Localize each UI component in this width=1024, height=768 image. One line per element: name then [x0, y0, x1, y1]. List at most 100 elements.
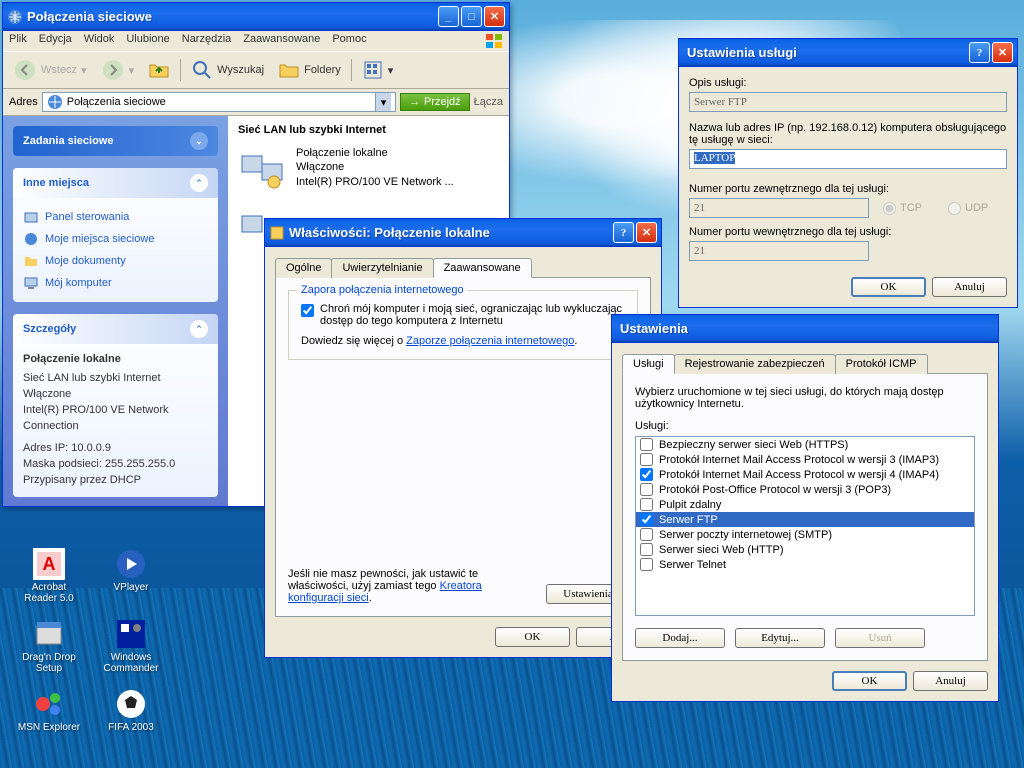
firewall-checkbox[interactable]	[301, 304, 314, 317]
close-button[interactable]: ✕	[992, 42, 1013, 63]
service-checkbox[interactable]	[640, 558, 653, 571]
folders-icon	[278, 59, 300, 81]
connection-item[interactable]: Połączenie lokalne Włączone Intel(R) PRO…	[238, 146, 499, 194]
service-row[interactable]: Protokół Post-Office Protocol w wersji 3…	[636, 482, 974, 497]
places-panel: Inne miejsca ⌃ Panel sterowania Moje mie…	[13, 168, 218, 302]
add-button[interactable]: Dodaj...	[635, 628, 725, 648]
folders-button[interactable]: Foldery	[274, 57, 345, 83]
details-header[interactable]: Szczegóły ⌃	[13, 314, 218, 344]
service-checkbox[interactable]	[640, 438, 653, 451]
places-header[interactable]: Inne miejsca ⌃	[13, 168, 218, 198]
help-button[interactable]: ?	[613, 222, 634, 243]
desktop-icon-vplayer[interactable]: VPlayer	[96, 548, 166, 593]
service-row[interactable]: Bezpieczny serwer sieci Web (HTTPS)	[636, 437, 974, 452]
edit-button[interactable]: Edytuj...	[735, 628, 825, 648]
ok-button[interactable]: OK	[832, 671, 907, 691]
tasks-header[interactable]: Zadania sieciowe ⌄	[13, 126, 218, 156]
maximize-button[interactable]: □	[461, 6, 482, 27]
go-button[interactable]: →Przejdź	[400, 93, 470, 111]
sidebar-link-control[interactable]: Panel sterowania	[23, 206, 208, 228]
udp-radio	[948, 202, 961, 215]
desktop-icon-acrobat[interactable]: A Acrobat Reader 5.0	[14, 548, 84, 604]
explorer-addressbar: Adres Połączenia sieciowe ▾ →Przejdź Łąc…	[3, 89, 509, 116]
service-checkbox[interactable]	[640, 483, 653, 496]
service-row[interactable]: Protokół Internet Mail Access Protocol w…	[636, 467, 974, 482]
ok-button[interactable]: OK	[495, 627, 570, 647]
address-input[interactable]: Połączenia sieciowe ▾	[42, 92, 396, 112]
service-dialog: Ustawienia usługi ? ✕ Opis usługi: Nazwa…	[678, 38, 1018, 308]
network-icon	[7, 9, 23, 25]
service-checkbox[interactable]	[640, 513, 653, 526]
sidebar-link-computer[interactable]: Mój komputer	[23, 272, 208, 294]
menu-tools[interactable]: Narzędzia	[182, 33, 232, 49]
tab-auth[interactable]: Uwierzytelnianie	[331, 258, 433, 278]
properties-titlebar[interactable]: Właściwości: Połączenie lokalne ? ✕	[265, 219, 661, 247]
menu-help[interactable]: Pomoc	[332, 33, 366, 49]
settings-dialog: Ustawienia Usługi Rejestrowanie zabezpie…	[611, 314, 999, 702]
service-checkbox[interactable]	[640, 453, 653, 466]
search-button[interactable]: Wyszukaj	[187, 57, 268, 83]
ok-button[interactable]: OK	[851, 277, 926, 297]
network-icon	[47, 94, 63, 110]
services-list[interactable]: Bezpieczny serwer sieci Web (HTTPS)Proto…	[635, 436, 975, 616]
forward-button[interactable]: ▾	[97, 56, 139, 84]
firewall-group: Zapora połączenia internetowego Chroń mó…	[288, 290, 638, 360]
menu-favs[interactable]: Ulubione	[126, 33, 169, 49]
properties-icon	[269, 225, 285, 241]
menu-file[interactable]: Plik	[9, 33, 27, 49]
back-button[interactable]: Wstecz ▾	[9, 56, 91, 84]
service-row[interactable]: Serwer Telnet	[636, 557, 974, 572]
properties-tabs: Ogólne Uwierzytelnianie Zaawansowane	[275, 258, 651, 278]
tasks-panel: Zadania sieciowe ⌄	[13, 126, 218, 156]
desktop-icon-msn[interactable]: MSN Explorer	[14, 688, 84, 733]
service-checkbox[interactable]	[640, 543, 653, 556]
svg-text:A: A	[43, 554, 56, 574]
service-titlebar[interactable]: Ustawienia usługi ? ✕	[679, 39, 1017, 67]
chevron-up-icon: ⌃	[190, 320, 208, 338]
service-row[interactable]: Protokół Internet Mail Access Protocol w…	[636, 452, 974, 467]
up-button[interactable]	[144, 57, 174, 83]
desktop-icon-wincommander[interactable]: Windows Commander	[96, 618, 166, 674]
menu-edit[interactable]: Edycja	[39, 33, 72, 49]
desktop-icon-fifa[interactable]: FIFA 2003	[96, 688, 166, 733]
minimize-button[interactable]: _	[438, 6, 459, 27]
firewall-learn-link[interactable]: Zaporze połączenia internetowego	[406, 335, 574, 347]
service-desc-field	[689, 92, 1007, 112]
service-host-field[interactable]: LAPTOP	[689, 149, 1007, 169]
close-button[interactable]: ✕	[484, 6, 505, 27]
cancel-button[interactable]: Anuluj	[913, 671, 988, 691]
cancel-button[interactable]: Anuluj	[932, 277, 1007, 297]
menu-view[interactable]: Widok	[84, 33, 115, 49]
explorer-toolbar: Wstecz ▾ ▾ Wyszukaj Foldery ▾	[3, 51, 509, 89]
service-checkbox[interactable]	[640, 498, 653, 511]
sidebar-link-network[interactable]: Moje miejsca sieciowe	[23, 228, 208, 250]
chevron-down-icon: ⌄	[190, 132, 208, 150]
views-icon	[362, 59, 384, 81]
service-row[interactable]: Serwer sieci Web (HTTP)	[636, 542, 974, 557]
tab-advanced[interactable]: Zaawansowane	[433, 258, 532, 278]
close-button[interactable]: ✕	[636, 222, 657, 243]
tab-icmp[interactable]: Protokół ICMP	[835, 354, 928, 374]
settings-titlebar[interactable]: Ustawienia	[612, 315, 998, 343]
help-button[interactable]: ?	[969, 42, 990, 63]
properties-dialog: Właściwości: Połączenie lokalne ? ✕ Ogól…	[264, 218, 662, 658]
sidebar-link-docs[interactable]: Moje dokumenty	[23, 250, 208, 272]
service-checkbox[interactable]	[640, 528, 653, 541]
explorer-titlebar[interactable]: Połączenia sieciowe _ □ ✕	[3, 3, 509, 31]
address-dropdown[interactable]: ▾	[375, 93, 391, 111]
service-row[interactable]: Serwer FTP	[636, 512, 974, 527]
menu-advanced[interactable]: Zaawansowane	[243, 33, 320, 49]
service-row[interactable]: Pulpit zdalny	[636, 497, 974, 512]
internal-port-field	[689, 241, 869, 261]
settings-tabs: Usługi Rejestrowanie zabezpieczeń Protok…	[622, 354, 988, 374]
service-row[interactable]: Serwer poczty internetowej (SMTP)	[636, 527, 974, 542]
desktop-icon-dragndrop[interactable]: Drag'n Drop Setup	[14, 618, 84, 674]
tab-logging[interactable]: Rejestrowanie zabezpieczeń	[674, 354, 836, 374]
connection-icon	[238, 146, 286, 194]
tab-services[interactable]: Usługi	[622, 354, 675, 374]
service-checkbox[interactable]	[640, 468, 653, 481]
views-button[interactable]: ▾	[358, 57, 398, 83]
tab-general[interactable]: Ogólne	[275, 258, 332, 278]
explorer-sidebar: Zadania sieciowe ⌄ Inne miejsca ⌃ Panel …	[3, 116, 228, 506]
delete-button[interactable]: Usuń	[835, 628, 925, 648]
